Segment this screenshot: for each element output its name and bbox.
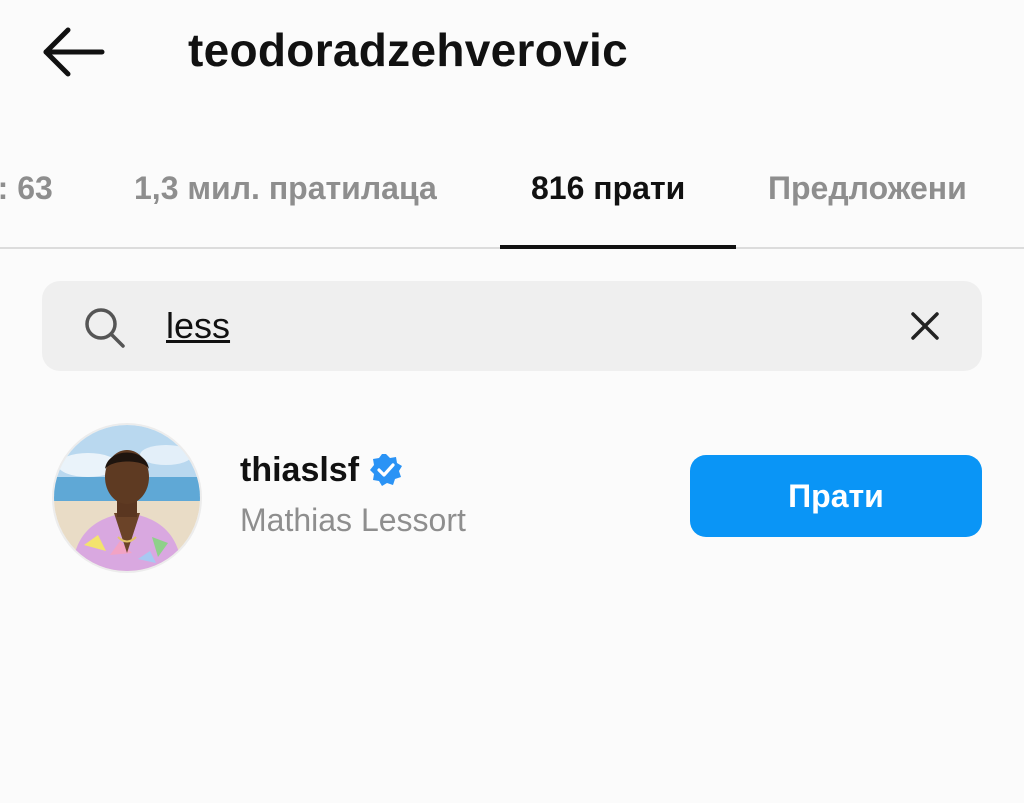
- tab-suggested[interactable]: Предложени: [768, 168, 967, 208]
- tab-following[interactable]: 816 прати: [531, 168, 685, 208]
- username-line: thiaslsf: [240, 449, 403, 491]
- list-item[interactable]: thiaslsf Mathias Lessort Прати: [0, 415, 1024, 580]
- search-input[interactable]: [166, 301, 866, 351]
- result-username[interactable]: thiaslsf: [240, 450, 359, 490]
- back-button[interactable]: [38, 22, 108, 82]
- tab-bar: и: 63 1,3 мил. пратилаца 816 прати Предл…: [0, 150, 1024, 250]
- profile-photo: [54, 425, 200, 571]
- active-tab-indicator: [500, 245, 736, 249]
- follow-button[interactable]: Прати: [690, 455, 982, 537]
- top-bar: teodoradzehverovic: [0, 0, 1024, 110]
- avatar[interactable]: [52, 423, 202, 573]
- close-icon: [911, 312, 939, 340]
- profile-username-title: teodoradzehverovic: [188, 24, 628, 76]
- clear-search-button[interactable]: [908, 309, 942, 343]
- arrow-left-icon: [43, 27, 105, 77]
- search-bar[interactable]: [42, 281, 982, 371]
- tab-posts[interactable]: и: 63: [0, 168, 53, 208]
- result-full-name: Mathias Lessort: [240, 502, 466, 538]
- following-screen: teodoradzehverovic и: 63 1,3 мил. пратил…: [0, 0, 1024, 803]
- search-icon: [85, 308, 125, 348]
- tab-followers[interactable]: 1,3 мил. пратилаца: [134, 168, 437, 208]
- verified-badge-icon: [370, 454, 403, 486]
